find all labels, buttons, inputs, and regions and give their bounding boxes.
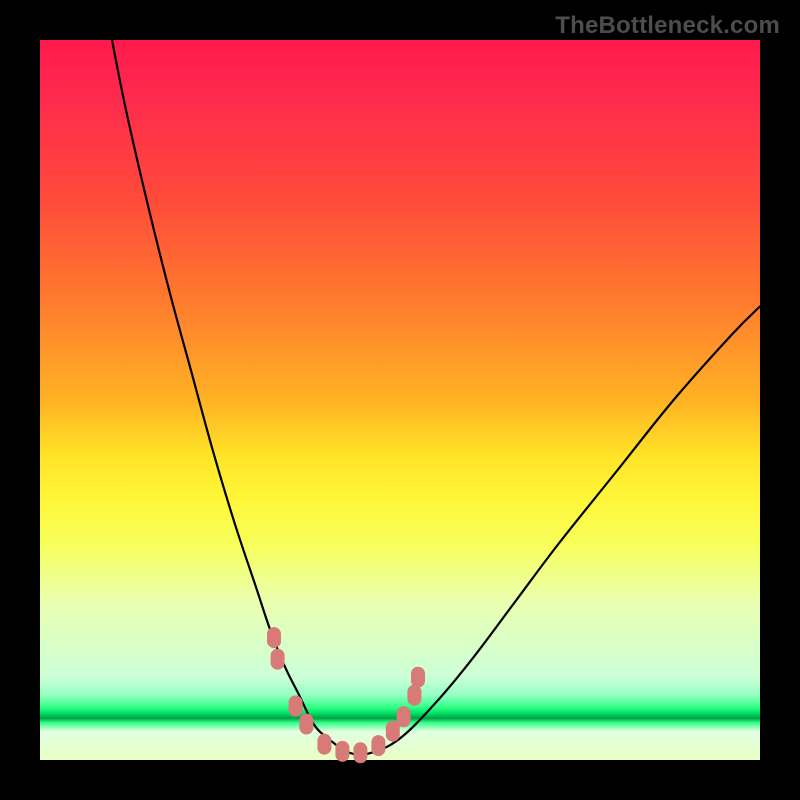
curve-marker	[354, 743, 367, 763]
curve-marker	[318, 734, 331, 754]
curve-svg	[40, 40, 760, 760]
marker-group	[268, 628, 425, 763]
bottleneck-curve	[112, 40, 760, 755]
curve-marker	[408, 685, 421, 705]
outer-frame: TheBottleneck.com	[0, 0, 800, 800]
watermark-text: TheBottleneck.com	[555, 12, 780, 40]
plot-area	[40, 40, 760, 760]
curve-marker	[300, 714, 313, 734]
curve-marker	[412, 667, 425, 687]
curve-marker	[372, 736, 385, 756]
curve-marker	[271, 649, 284, 669]
curve-marker	[289, 696, 302, 716]
curve-marker	[397, 707, 410, 727]
curve-marker	[336, 741, 349, 761]
curve-marker	[386, 721, 399, 741]
curve-marker	[268, 628, 281, 648]
